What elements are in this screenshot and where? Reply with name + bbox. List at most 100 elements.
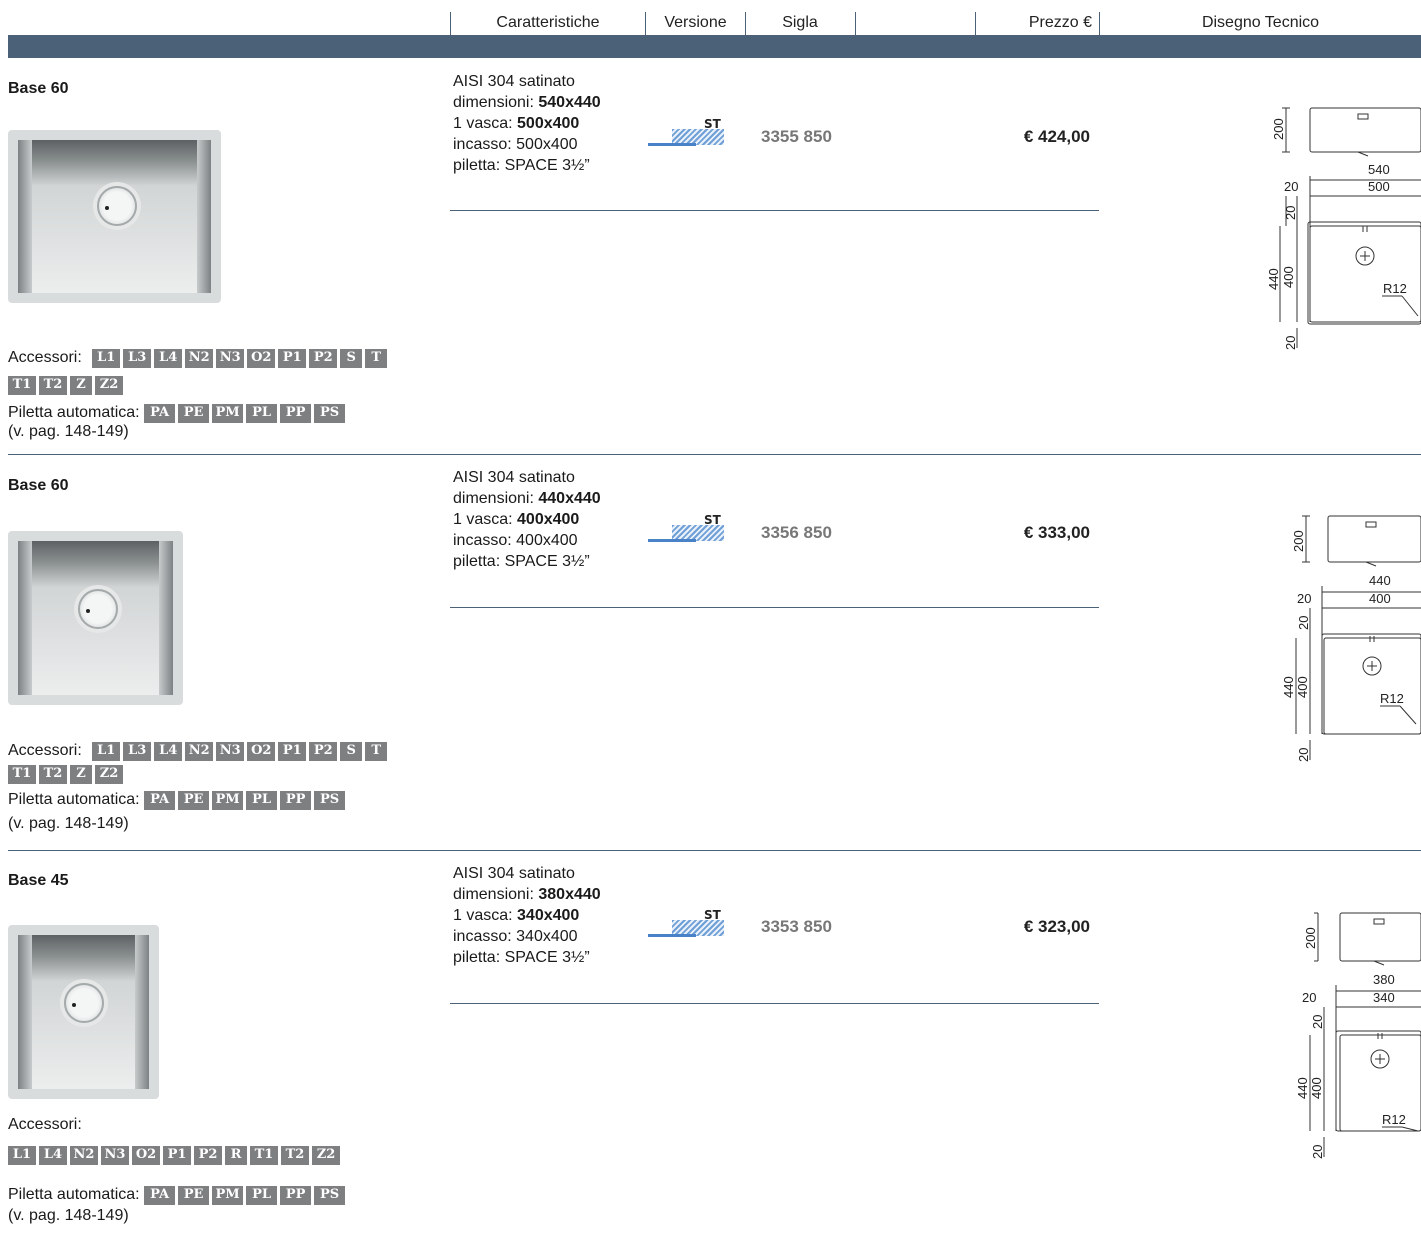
accessory-code-badge: N2	[70, 1146, 98, 1166]
version-icon: ST	[648, 117, 728, 157]
dim-depth-inner: 400	[1309, 1077, 1324, 1099]
product-code: 3355 850	[761, 127, 832, 146]
accessory-code-badge: Z	[70, 765, 92, 785]
accessory-code-badge: R	[225, 1146, 247, 1166]
sink-photo	[8, 925, 159, 1099]
piletta-label: Piletta automatica:	[8, 404, 140, 421]
spec-piletta: piletta: SPACE 3½”	[453, 553, 590, 570]
spec-piletta: piletta: SPACE 3½”	[453, 949, 590, 966]
spec-incasso: incasso: 340x400	[453, 928, 578, 945]
technical-drawing: 200 440 400 20 20 440 400 20 R12	[1281, 515, 1421, 762]
spec-dimensions: dimensioni: 540x440	[453, 94, 601, 111]
row-divider	[450, 1003, 1099, 1004]
technical-drawing: 200 540 500 20 20 440 400 20 R12	[1266, 107, 1421, 350]
dim-depth-inner: 400	[1281, 266, 1296, 288]
accessory-code-badge: P2	[309, 348, 338, 368]
spec-vasca: 1 vasca: 400x400	[453, 511, 580, 528]
accessory-code-badge: L3	[123, 348, 152, 368]
accessory-code-badge: N2	[185, 348, 214, 368]
spec-vasca: 1 vasca: 340x400	[453, 907, 580, 924]
accessory-code-badge: P1	[163, 1146, 191, 1166]
spec-material: AISI 304 satinato	[453, 469, 575, 486]
dim-outer: 540	[1368, 162, 1390, 177]
accessory-code-badge: PL	[246, 1185, 278, 1205]
accessory-code-badge: L4	[154, 741, 183, 761]
spec-incasso: incasso: 500x400	[453, 136, 578, 153]
accessory-code-badge: PS	[314, 1185, 346, 1205]
row-divider	[450, 210, 1099, 211]
header-disegno: Disegno Tecnico	[1201, 14, 1320, 31]
accessory-code-badge: PP	[280, 1185, 312, 1205]
product-price: € 323,00	[1023, 917, 1090, 936]
dim-inner: 400	[1369, 591, 1391, 606]
dim-radius: R12	[1382, 1112, 1406, 1127]
product-specs: AISI 304 satinato dimensioni: 540x440 1 …	[453, 71, 601, 176]
accessory-code-badge: T2	[39, 765, 67, 785]
spec-piletta: piletta: SPACE 3½”	[453, 157, 590, 174]
accessori-row: Accessori: L1 L3 L4 N2 N3 O2 P1 P2 S T	[8, 741, 390, 761]
dim-bottom: 20	[1310, 1145, 1325, 1159]
accessory-code-badge: S	[340, 348, 363, 368]
dim-outer: 380	[1373, 972, 1395, 987]
accessory-code-badge: P2	[194, 1146, 222, 1166]
accessory-code-badge: N2	[185, 741, 214, 761]
page-reference: (v. pag. 148-149)	[8, 815, 129, 832]
version-icon: ST	[648, 513, 728, 553]
section-divider	[8, 850, 1421, 851]
spec-material: AISI 304 satinato	[453, 73, 575, 90]
accessory-code-badge: N3	[216, 741, 245, 761]
product-price: € 424,00	[1023, 127, 1090, 146]
accessory-code-badge: PE	[178, 790, 210, 810]
accessory-code-badge: P2	[309, 741, 338, 761]
dim-radius: R12	[1383, 281, 1407, 296]
spec-dimensions: dimensioni: 440x440	[453, 490, 601, 507]
accessory-code-badge: L1	[92, 348, 121, 368]
piletta-row: Piletta automatica: PA PE PM PL PP PS	[8, 790, 348, 810]
accessory-code-badge: T1	[8, 376, 36, 396]
product-specs: AISI 304 satinato dimensioni: 440x440 1 …	[453, 467, 601, 572]
product-title: Base 60	[8, 80, 69, 97]
spec-material: AISI 304 satinato	[453, 865, 575, 882]
dim-left: 20	[1284, 179, 1298, 194]
accessory-code-badge: T2	[281, 1146, 309, 1166]
dim-radius: R12	[1380, 691, 1404, 706]
accessory-code-badge: N3	[216, 348, 245, 368]
dim-height: 200	[1303, 927, 1318, 949]
header-prezzo: Prezzo €	[1028, 14, 1092, 31]
dim-depth-outer: 440	[1295, 1077, 1310, 1099]
technical-drawing: 200 380 340 20 20 440 400 20 R12	[1295, 912, 1421, 1159]
accessory-code-badge: PS	[314, 790, 346, 810]
dim-top: 20	[1283, 206, 1298, 220]
accessory-code-badge: P1	[278, 741, 307, 761]
accessory-code-badge: Z2	[312, 1146, 340, 1166]
accessory-code-badge: S	[340, 741, 363, 761]
dim-outer: 440	[1369, 573, 1391, 588]
sink-photo	[8, 130, 221, 303]
accessory-code-badge: PM	[212, 403, 244, 423]
accessory-code-badge: PS	[314, 403, 346, 423]
header-sigla: Sigla	[782, 14, 818, 31]
accessory-code-badge: L3	[123, 741, 152, 761]
accessory-code-badge: P1	[278, 348, 307, 368]
accessory-code-badge: N3	[101, 1146, 129, 1166]
spec-incasso: incasso: 400x400	[453, 532, 578, 549]
accessory-code-badge: T2	[39, 376, 67, 396]
spec-vasca: 1 vasca: 500x400	[453, 115, 580, 132]
dim-depth-inner: 400	[1295, 676, 1310, 698]
accessory-code-badge: PE	[178, 403, 210, 423]
page-reference: (v. pag. 148-149)	[8, 423, 129, 440]
dim-top: 20	[1310, 1015, 1325, 1029]
product-title: Base 60	[8, 477, 69, 494]
accessory-code-badge: PP	[280, 790, 312, 810]
dim-bottom: 20	[1283, 336, 1298, 350]
accessory-code-badge: PM	[212, 1185, 244, 1205]
accessory-code-badge: Z2	[95, 376, 123, 396]
piletta-label: Piletta automatica:	[8, 1186, 140, 1203]
accessory-code-badge: O2	[132, 1146, 160, 1166]
accessory-code-badge: O2	[247, 741, 276, 761]
accessori-row: L1 L4 N2 N3 O2 P1 P2 R T1 T2 Z2	[8, 1146, 343, 1166]
accessori-label: Accessori:	[8, 742, 82, 759]
dim-bottom: 20	[1296, 748, 1311, 762]
dim-left: 20	[1297, 591, 1311, 606]
accessory-code-badge: PL	[246, 790, 278, 810]
